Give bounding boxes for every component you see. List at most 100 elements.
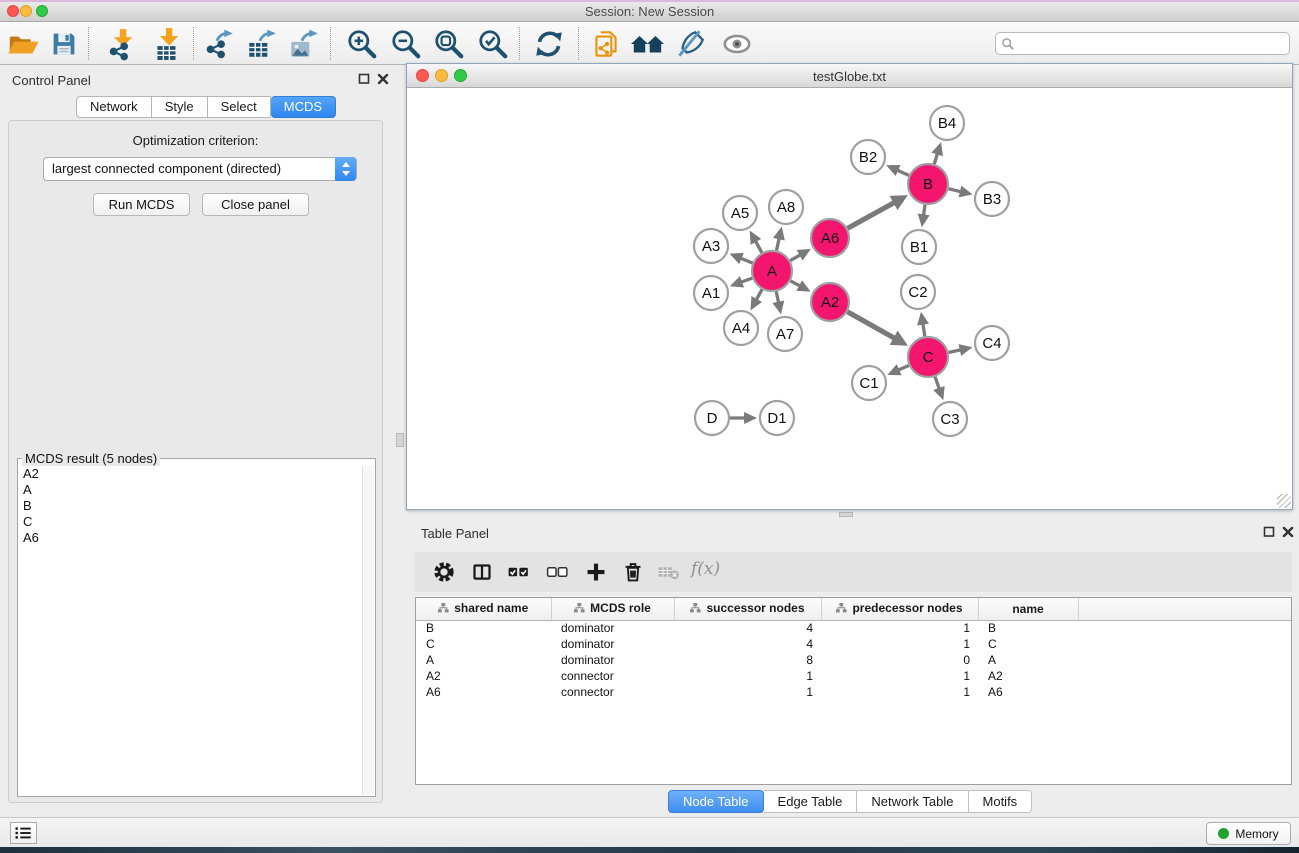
tab-node-table[interactable]: Node Table — [668, 790, 764, 813]
network-window-titlebar[interactable]: testGlobe.txt — [407, 64, 1292, 88]
column-header-mcds-role[interactable]: MCDS role — [551, 598, 674, 620]
export-table-button[interactable] — [244, 26, 280, 62]
graph-edge-A-A3[interactable] — [740, 258, 753, 263]
table-settings-button[interactable] — [429, 557, 459, 587]
graph-node-A7[interactable]: A7 — [768, 317, 802, 351]
graph-edge-C-C2[interactable] — [923, 323, 925, 337]
graph-node-A2[interactable]: A2 — [811, 283, 849, 321]
mcds-result-item[interactable]: A2 — [19, 466, 361, 482]
mcds-list-scrollbar[interactable] — [362, 466, 374, 795]
window-resize-grip[interactable] — [1277, 494, 1291, 508]
tab-network-table[interactable]: Network Table — [857, 790, 968, 813]
vertical-splitter-grip[interactable] — [396, 433, 404, 447]
float-table-panel-button[interactable] — [1261, 526, 1276, 540]
home-button[interactable] — [630, 26, 666, 62]
search-box[interactable] — [995, 32, 1290, 55]
mcds-result-item[interactable]: A — [19, 482, 361, 498]
show-columns-button[interactable] — [467, 557, 497, 587]
node-table-container[interactable]: shared name MCDS role successor nodes pr… — [415, 597, 1292, 785]
table-row[interactable]: Adominator80A — [416, 652, 1291, 668]
run-mcds-button[interactable]: Run MCDS — [93, 193, 190, 216]
column-header-predecessor-nodes[interactable]: predecessor nodes — [821, 598, 978, 620]
zoom-selected-button[interactable] — [475, 26, 511, 62]
network-graph[interactable]: B4 B2 B B3 A5 A8A6 B1 A3 A C2 A1 A2 A4 A7 C4 C C1 C3 D D1 — [407, 88, 1292, 509]
zoom-fit-button[interactable] — [431, 26, 467, 62]
mcds-result-item[interactable]: C — [19, 514, 361, 530]
graph-node-C1[interactable]: C1 — [852, 366, 886, 400]
deselect-all-checkboxes-button[interactable] — [542, 557, 572, 587]
network-canvas[interactable]: B4 B2 B B3 A5 A8A6 B1 A3 A C2 A1 A2 A4 A7 C4 C C1 C3 D D1 — [407, 88, 1292, 509]
show-task-history-button[interactable] — [10, 822, 37, 844]
graph-edge-A2-C[interactable] — [847, 312, 895, 339]
graph-node-C4[interactable]: C4 — [975, 326, 1009, 360]
close-table-panel-button[interactable] — [1280, 526, 1295, 540]
criterion-dropdown[interactable]: largest connected component (directed) — [43, 157, 357, 181]
graph-node-A1[interactable]: A1 — [694, 276, 728, 310]
tab-style[interactable]: Style — [152, 96, 208, 118]
function-builder-button[interactable]: f(x) — [691, 559, 720, 579]
open-session-button[interactable] — [5, 26, 41, 62]
export-network-button[interactable] — [201, 26, 237, 62]
graph-edge-A-A8[interactable] — [776, 237, 779, 250]
tab-edge-table[interactable]: Edge Table — [764, 790, 858, 813]
mcds-result-item[interactable]: A6 — [19, 530, 361, 546]
horizontal-splitter-grip[interactable] — [839, 512, 853, 517]
graph-node-B[interactable]: B — [908, 164, 948, 204]
graph-node-A6[interactable]: A6 — [811, 219, 849, 257]
close-mcds-panel-button[interactable]: Close panel — [202, 193, 309, 216]
table-row[interactable]: A6connector11A6 — [416, 684, 1291, 700]
table-row[interactable]: Bdominator41B — [416, 620, 1291, 636]
graph-node-D[interactable]: D — [695, 401, 729, 435]
zoom-in-button[interactable] — [344, 26, 380, 62]
hide-annotations-button[interactable] — [673, 26, 709, 62]
graph-node-A8[interactable]: A8 — [769, 190, 803, 224]
graph-edge-A6-B[interactable] — [848, 202, 896, 228]
graph-edge-B-B2[interactable] — [896, 170, 909, 176]
tab-motifs[interactable]: Motifs — [969, 790, 1033, 813]
graph-node-C2[interactable]: C2 — [901, 275, 935, 309]
table-row[interactable]: Cdominator41C — [416, 636, 1291, 652]
table-row[interactable]: A2connector11A2 — [416, 668, 1291, 684]
import-network-button[interactable] — [103, 26, 139, 62]
mcds-result-list[interactable]: A2ABCA6 — [19, 466, 361, 795]
close-panel-button[interactable] — [375, 73, 390, 87]
export-image-button[interactable] — [286, 26, 322, 62]
graph-node-B3[interactable]: B3 — [975, 182, 1009, 216]
graph-node-A[interactable]: A — [752, 251, 792, 291]
graph-node-B1[interactable]: B1 — [902, 230, 936, 264]
graph-node-A3[interactable]: A3 — [694, 229, 728, 263]
show-graphics-details-button[interactable] — [719, 26, 755, 62]
float-panel-button[interactable] — [356, 73, 371, 87]
graph-node-A4[interactable]: A4 — [724, 311, 758, 345]
graph-node-C[interactable]: C — [908, 337, 948, 377]
graph-edge-A-A5[interactable] — [755, 240, 762, 253]
column-header-successor-nodes[interactable]: successor nodes — [674, 598, 821, 620]
column-header-name[interactable]: name — [978, 598, 1078, 620]
tab-select[interactable]: Select — [208, 96, 271, 118]
graph-node-D1[interactable]: D1 — [760, 401, 794, 435]
import-table-button[interactable] — [149, 26, 185, 62]
tab-network[interactable]: Network — [76, 96, 152, 118]
graph-node-B2[interactable]: B2 — [851, 140, 885, 174]
graph-node-B4[interactable]: B4 — [930, 106, 964, 140]
delete-columns-button[interactable] — [618, 557, 648, 587]
search-input[interactable] — [1015, 37, 1289, 51]
main-titlebar[interactable]: Session: New Session — [0, 0, 1299, 22]
add-column-button[interactable] — [581, 557, 611, 587]
refresh-view-button[interactable] — [531, 26, 567, 62]
table-panel: Table Panel f(x) shared name MCDS role — [406, 518, 1299, 817]
zoom-out-button[interactable] — [388, 26, 424, 62]
mcds-result-item[interactable]: B — [19, 498, 361, 514]
save-session-button[interactable] — [46, 26, 82, 62]
delete-table-button[interactable] — [653, 557, 683, 587]
column-header-shared-name[interactable]: shared name — [416, 598, 551, 620]
tab-mcds[interactable]: MCDS — [271, 96, 336, 118]
graph-node-C3[interactable]: C3 — [933, 402, 967, 436]
graph-edge-B-B3[interactable] — [948, 189, 961, 192]
new-session-from-selection-button[interactable] — [588, 26, 624, 62]
select-all-checkboxes-button[interactable] — [503, 557, 533, 587]
graph-edge-C-C3[interactable] — [935, 377, 940, 390]
memory-button[interactable]: Memory — [1206, 822, 1291, 845]
graph-node-A5[interactable]: A5 — [723, 196, 757, 230]
graph-edge-C-C4[interactable] — [949, 350, 962, 353]
